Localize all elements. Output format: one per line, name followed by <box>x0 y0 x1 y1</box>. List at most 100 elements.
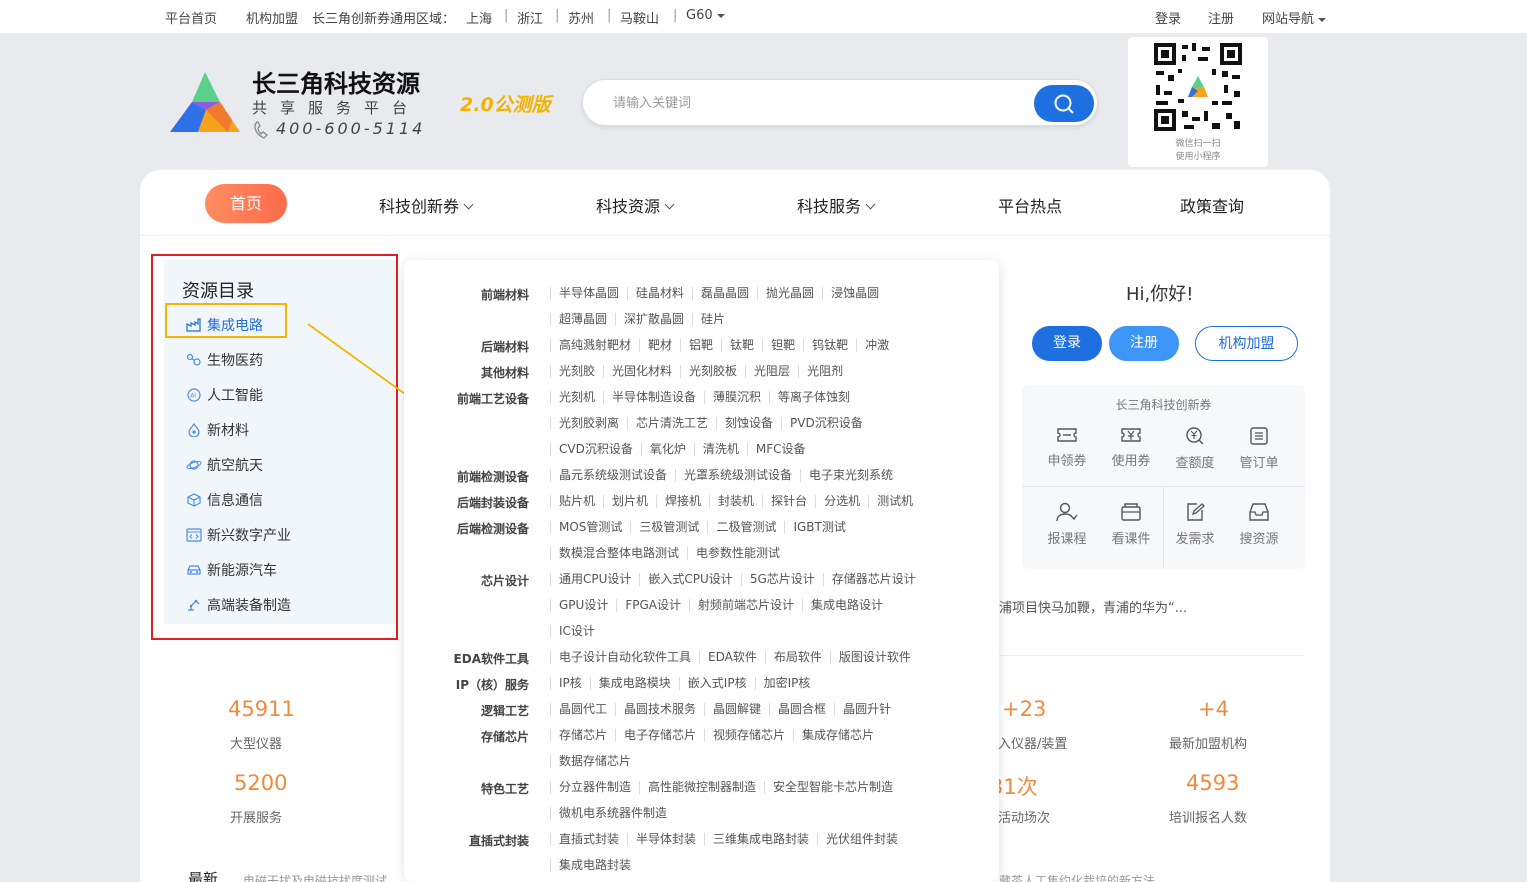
dropdown-category-label[interactable]: 直插式封装 <box>469 832 529 849</box>
dropdown-item-link[interactable]: 晶圆合框 <box>769 703 834 716</box>
dropdown-item-link[interactable]: PVD沉积设备 <box>781 417 871 430</box>
dropdown-item-link[interactable]: 加密IP核 <box>754 677 819 690</box>
dropdown-item-link[interactable]: 高纯溅射靶材 <box>550 339 639 352</box>
dropdown-item-link[interactable]: 直插式封装 <box>550 833 627 846</box>
dropdown-item-link[interactable]: 电子设计自动化软件工具 <box>550 651 699 664</box>
dropdown-category-label[interactable]: 后端检测设备 <box>457 520 529 537</box>
dropdown-item-link[interactable]: 存储芯片 <box>550 729 615 742</box>
dropdown-item-link[interactable]: 布局软件 <box>764 651 830 664</box>
dropdown-item-link[interactable]: MFC设备 <box>746 443 814 456</box>
latest-news-item[interactable]: 藏茶人工集约化栽培的新方法 <box>999 872 1155 882</box>
dropdown-category-label[interactable]: 其他材料 <box>481 364 529 381</box>
dropdown-item-link[interactable]: 靶材 <box>639 339 680 352</box>
post-demand-item[interactable]: 发需求 <box>1165 502 1225 547</box>
nav-home-tab[interactable]: 首页 <box>205 184 287 223</box>
region-shanghai[interactable]: 上海 <box>466 8 492 27</box>
dropdown-item-link[interactable]: 光伏组件封装 <box>817 833 906 846</box>
dropdown-item-link[interactable]: 光罩系统级测试设备 <box>675 469 800 482</box>
dropdown-item-link[interactable]: 电子存储芯片 <box>615 729 704 742</box>
dropdown-item-link[interactable]: FPGA设计 <box>616 599 689 612</box>
dropdown-item-link[interactable]: IGBT测试 <box>784 521 853 534</box>
login-button[interactable]: 登录 <box>1032 326 1102 361</box>
dropdown-category-label[interactable]: 前端材料 <box>481 286 529 303</box>
dropdown-item-link[interactable]: 超薄晶圆 <box>550 313 615 326</box>
nav-tech-coupon[interactable]: 科技创新券 <box>379 193 474 217</box>
register-button[interactable]: 注册 <box>1109 326 1179 361</box>
dropdown-item-link[interactable]: 硅晶材料 <box>627 287 692 300</box>
dropdown-item-link[interactable]: 光固化材料 <box>603 365 680 378</box>
dropdown-item-link[interactable]: 浸蚀晶圆 <box>822 287 887 300</box>
dropdown-item-link[interactable]: EDA软件 <box>699 651 765 664</box>
region-maanshan[interactable]: 马鞍山 <box>620 8 659 27</box>
dropdown-item-link[interactable]: 晶圆代工 <box>550 703 615 716</box>
dropdown-item-link[interactable]: IC设计 <box>550 625 603 638</box>
check-quota-item[interactable]: 查额度 <box>1165 426 1225 471</box>
dropdown-item-link[interactable]: 半导体晶圆 <box>550 287 627 300</box>
topbar-join-link[interactable]: 机构加盟 <box>246 8 298 27</box>
dropdown-item-link[interactable]: 数据存储芯片 <box>550 755 639 768</box>
dropdown-item-link[interactable]: 微机电系统器件制造 <box>550 807 675 820</box>
qr-code-icon[interactable] <box>1152 41 1244 133</box>
dropdown-item-link[interactable]: 半导体制造设备 <box>603 391 704 404</box>
dropdown-item-link[interactable]: 嵌入式CPU设计 <box>639 573 740 586</box>
dropdown-item-link[interactable]: 划片机 <box>603 495 656 508</box>
latest-news-item[interactable]: 电磁干扰及电磁抗扰度测试 <box>243 872 387 882</box>
dropdown-item-link[interactable]: 光阻层 <box>745 365 798 378</box>
dropdown-item-link[interactable]: 集成电路模块 <box>589 677 679 690</box>
dropdown-item-link[interactable]: 5G芯片设计 <box>740 573 823 586</box>
dropdown-category-label[interactable]: EDA软件工具 <box>454 650 529 667</box>
dropdown-item-link[interactable]: 射频前端芯片设计 <box>688 599 802 612</box>
apply-coupon-item[interactable]: 申领券 <box>1037 426 1097 469</box>
search-resources-item[interactable]: 搜资源 <box>1229 502 1289 547</box>
dropdown-item-link[interactable]: 硅片 <box>692 313 733 326</box>
dropdown-category-label[interactable]: 存储芯片 <box>481 728 529 745</box>
dropdown-item-link[interactable]: 钛靶 <box>721 339 762 352</box>
dropdown-item-link[interactable]: 集成电路设计 <box>802 599 891 612</box>
search-input[interactable] <box>613 92 1013 114</box>
topbar-login-link[interactable]: 登录 <box>1155 8 1181 27</box>
dropdown-item-link[interactable]: 抛光晶圆 <box>757 287 822 300</box>
dropdown-item-link[interactable]: IP核 <box>550 677 590 690</box>
dropdown-item-link[interactable]: 集成存储芯片 <box>793 729 882 742</box>
dropdown-item-link[interactable]: MOS管测试 <box>550 521 630 534</box>
dropdown-category-label[interactable]: 逻辑工艺 <box>481 702 529 719</box>
dropdown-item-link[interactable]: 二极管测试 <box>707 521 784 534</box>
dropdown-item-link[interactable]: 贴片机 <box>550 495 603 508</box>
manage-orders-item[interactable]: 管订单 <box>1229 426 1289 471</box>
dropdown-category-label[interactable]: 芯片设计 <box>481 572 529 589</box>
dropdown-item-link[interactable]: 薄膜沉积 <box>704 391 769 404</box>
dropdown-item-link[interactable]: 集成电路封装 <box>550 859 639 872</box>
dropdown-item-link[interactable]: 光刻机 <box>550 391 603 404</box>
dropdown-item-link[interactable]: GPU设计 <box>550 599 616 612</box>
dropdown-item-link[interactable]: 电参数性能测试 <box>687 547 788 560</box>
dropdown-item-link[interactable]: 深扩散晶圆 <box>615 313 692 326</box>
dropdown-item-link[interactable]: 晶圆解键 <box>704 703 769 716</box>
region-g60-dropdown[interactable]: G60 <box>686 8 725 23</box>
dropdown-item-link[interactable]: 嵌入式IP核 <box>678 677 755 690</box>
region-zhejiang[interactable]: 浙江 <box>517 8 543 27</box>
dropdown-item-link[interactable]: 数模混合整体电路测试 <box>550 547 687 560</box>
news-snippet[interactable]: 浦项目快马加鞭，青浦的华为“... <box>999 597 1187 616</box>
dropdown-item-link[interactable]: 存储器芯片设计 <box>822 573 924 586</box>
dropdown-item-link[interactable]: 光阻剂 <box>798 365 851 378</box>
dropdown-category-label[interactable]: 前端工艺设备 <box>457 390 529 407</box>
region-suzhou[interactable]: 苏州 <box>568 8 594 27</box>
dropdown-item-link[interactable]: 分选机 <box>815 495 868 508</box>
dropdown-item-link[interactable]: 版图设计软件 <box>829 651 919 664</box>
dropdown-item-link[interactable]: 安全型智能卡芯片制造 <box>764 781 901 794</box>
join-button[interactable]: 机构加盟 <box>1195 326 1298 361</box>
dropdown-item-link[interactable]: 晶圆升针 <box>834 703 899 716</box>
dropdown-item-link[interactable]: 视频存储芯片 <box>704 729 793 742</box>
dropdown-item-link[interactable]: 通用CPU设计 <box>550 573 639 586</box>
dropdown-item-link[interactable]: 芯片清洗工艺 <box>627 417 716 430</box>
site-nav-dropdown[interactable]: 网站导航 <box>1262 8 1327 27</box>
dropdown-item-link[interactable]: 半导体封装 <box>627 833 704 846</box>
search-button[interactable] <box>1034 85 1094 122</box>
nav-tech-resources[interactable]: 科技资源 <box>596 193 675 217</box>
nav-policy-query[interactable]: 政策查询 <box>1180 193 1244 217</box>
dropdown-item-link[interactable]: 三维集成电路封装 <box>704 833 817 846</box>
dropdown-item-link[interactable]: 清洗机 <box>693 443 747 456</box>
dropdown-item-link[interactable]: 光刻胶剥离 <box>550 417 627 430</box>
dropdown-category-label[interactable]: 特色工艺 <box>481 780 529 797</box>
dropdown-item-link[interactable]: 电子束光刻系统 <box>800 469 901 482</box>
